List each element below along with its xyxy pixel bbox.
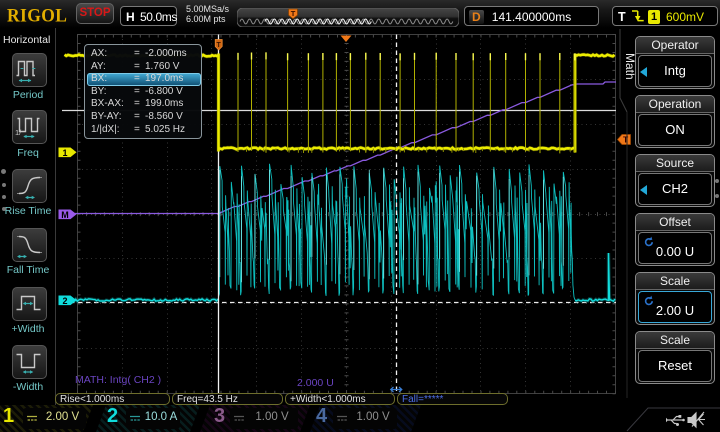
svg-text:T: T — [217, 42, 222, 49]
svg-text:M: M — [61, 210, 69, 220]
svg-text:1/: 1/ — [15, 128, 22, 137]
svg-text:MATH: Intg( CH2 ): MATH: Intg( CH2 ) — [75, 374, 161, 386]
svg-text:T: T — [291, 9, 296, 18]
svg-text:1: 1 — [62, 148, 67, 158]
svg-text:2.000 U: 2.000 U — [297, 377, 334, 389]
svg-text:2: 2 — [62, 296, 67, 306]
